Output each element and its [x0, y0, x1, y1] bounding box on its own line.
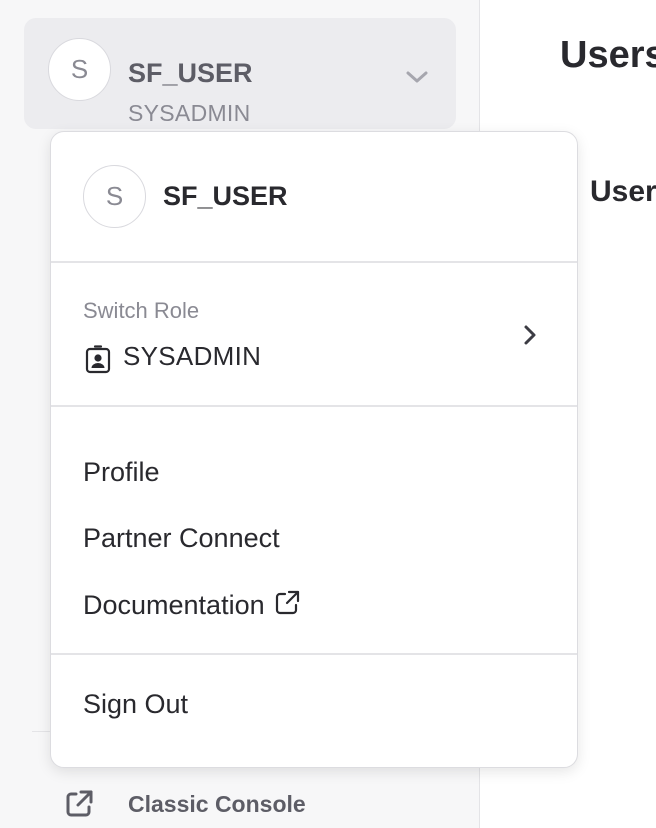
chevron-right-icon — [524, 325, 536, 345]
menu-item-documentation[interactable]: Documentation — [83, 589, 301, 621]
menu-divider — [51, 405, 577, 407]
classic-console-link[interactable]: Classic Console — [62, 784, 306, 824]
switch-role-current: SYSADMIN — [123, 341, 262, 371]
user-menu-dropdown: S SF_USER Switch Role SYSADMIN Profile P… — [50, 131, 578, 768]
switch-role-item[interactable]: Switch Role SYSADMIN — [51, 263, 577, 404]
menu-item-profile[interactable]: Profile — [83, 457, 160, 488]
menu-item-partner-connect[interactable]: Partner Connect — [83, 523, 280, 554]
classic-console-label: Classic Console — [128, 790, 306, 817]
page-title: Users — [560, 34, 656, 76]
external-link-icon — [275, 590, 299, 615]
menu-username: SF_USER — [163, 181, 288, 211]
sign-out-button[interactable]: Sign Out — [83, 689, 188, 720]
switch-role-label: Switch Role — [83, 298, 200, 323]
avatar: S — [83, 165, 146, 228]
chevron-down-icon — [406, 71, 428, 83]
avatar: S — [48, 38, 111, 101]
current-username: SF_USER — [128, 58, 253, 88]
id-badge-icon — [85, 345, 111, 374]
external-link-icon — [66, 790, 93, 817]
documentation-label: Documentation — [83, 590, 265, 620]
current-role: SYSADMIN — [128, 100, 251, 126]
menu-divider — [51, 653, 577, 655]
user-switcher-button[interactable]: S SF_USER SYSADMIN — [24, 18, 456, 129]
